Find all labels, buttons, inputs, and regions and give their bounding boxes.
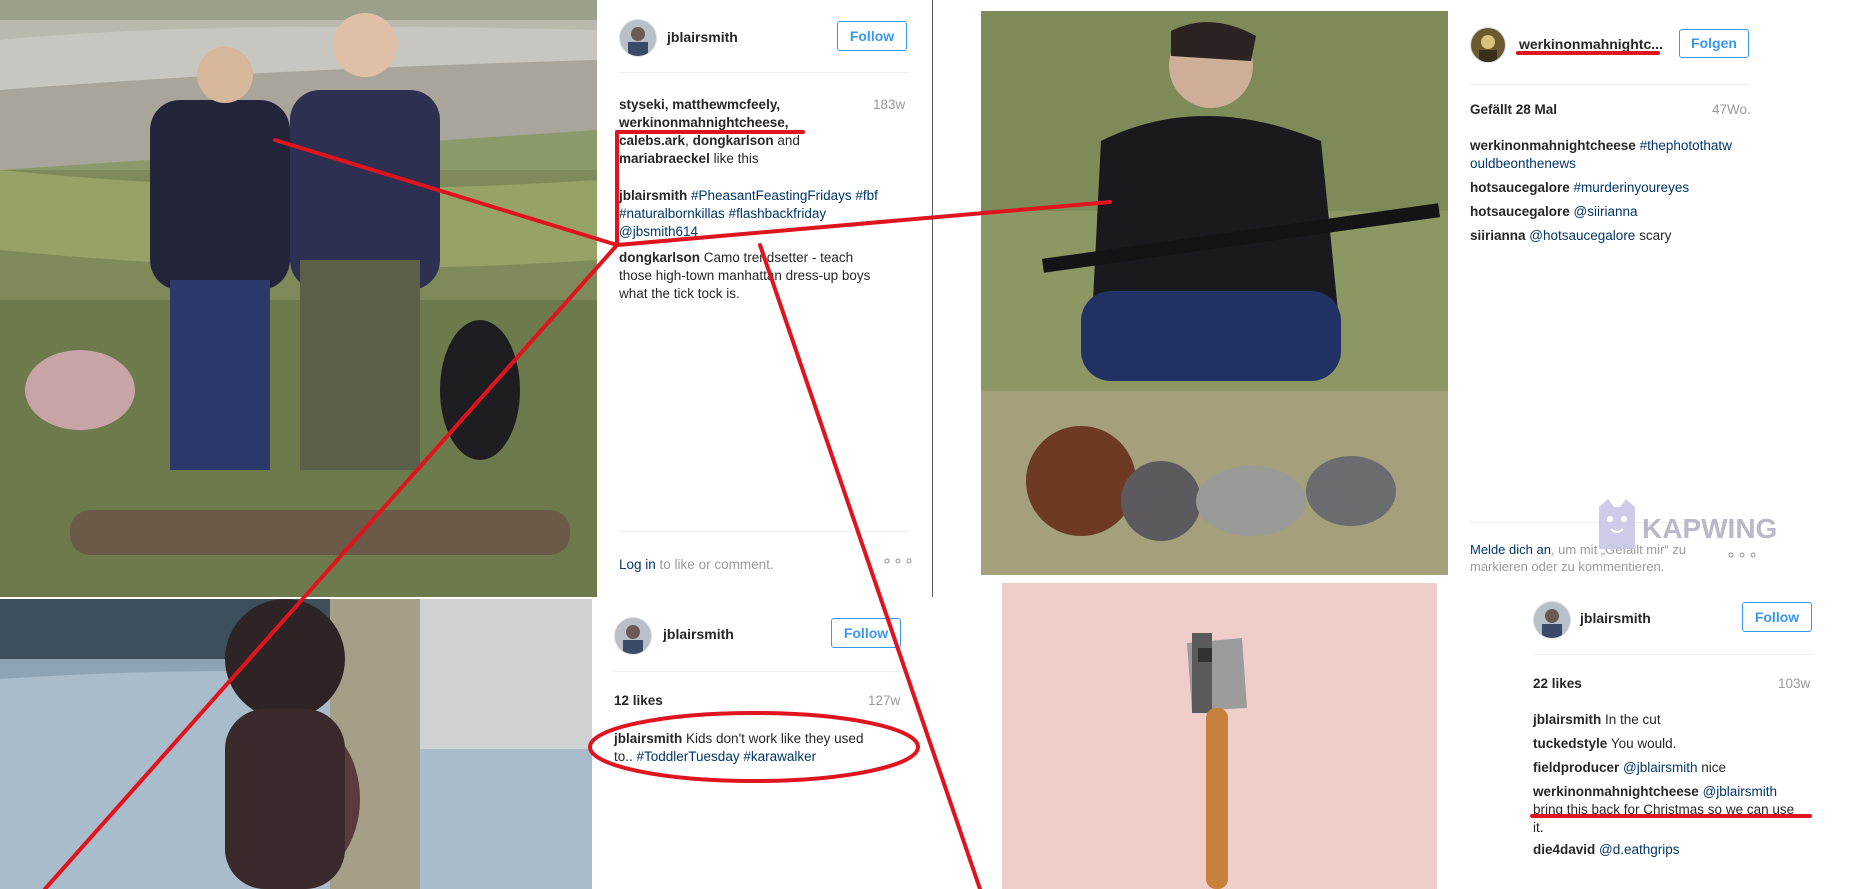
red-annotation-overlay (43, 51, 1812, 889)
annotation-circle-caption-post3 (588, 711, 920, 783)
annotation-line-to-gun-photo (615, 200, 1112, 247)
annotation-line-to-hatchet (758, 243, 982, 889)
annotation-line-to-boy (273, 138, 619, 247)
annotation-line-to-statue (43, 243, 619, 889)
